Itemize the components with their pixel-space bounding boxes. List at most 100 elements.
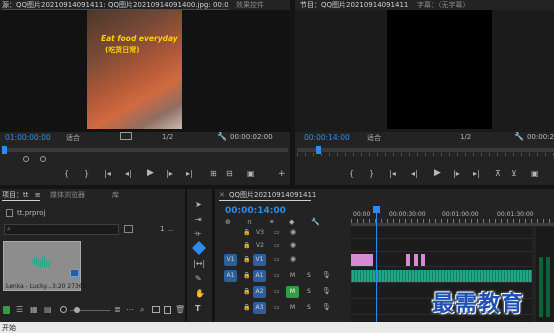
source-timecode[interactable]: 01:00:00:00	[5, 133, 51, 142]
step-back-icon[interactable]: ◂|	[125, 170, 132, 178]
list-view-icon[interactable]: ☰	[16, 305, 23, 314]
program-export-frame-icon[interactable]: ▣	[531, 170, 539, 178]
source-out-handle[interactable]	[40, 156, 46, 162]
project-clip-thumbnail[interactable]: Lenka - Lucky... 3:20 27360	[3, 241, 86, 291]
program-mark-in-icon[interactable]: {	[349, 170, 354, 178]
freeform-view-icon[interactable]: ▤	[44, 305, 52, 314]
program-wrench-icon[interactable]: 🔧	[514, 132, 524, 141]
lift-icon[interactable]: ⊼	[495, 170, 501, 178]
insert-icon[interactable]: ⊞	[210, 170, 217, 178]
start-button[interactable]: 开始	[2, 323, 16, 333]
selection-tool-icon[interactable]: ➤	[195, 201, 202, 209]
track-eye-icon[interactable]: ◉	[290, 255, 296, 263]
mute-button-active[interactable]: M	[286, 286, 299, 298]
program-step-forward-icon[interactable]: |▸	[453, 170, 460, 178]
solo-button[interactable]: S	[307, 288, 311, 295]
zoom-out-icon[interactable]	[60, 306, 67, 313]
program-go-to-out-icon[interactable]: ▸|	[473, 170, 480, 178]
clear-icon[interactable]: 🗑	[175, 305, 185, 314]
linked-selection-icon[interactable]: ⚭	[269, 218, 275, 226]
source-mark-icon[interactable]	[120, 132, 132, 140]
track-label-a1[interactable]: A1	[253, 270, 266, 282]
sort-icon[interactable]: ≣	[114, 305, 121, 314]
solo-button[interactable]: S	[307, 272, 311, 279]
zoom-slider-handle[interactable]	[74, 307, 80, 313]
program-mark-out-icon[interactable]: }	[369, 170, 374, 178]
track-label-a3[interactable]: A3	[253, 302, 266, 314]
track-lock-icon[interactable]: 🔒	[243, 272, 250, 279]
mute-button[interactable]: M	[290, 304, 295, 311]
tab-timeline[interactable]: QQ图片20210914091411	[229, 190, 316, 200]
extract-icon[interactable]: ⊻	[511, 170, 517, 178]
program-resolution-dropdown[interactable]: 1/2	[460, 133, 490, 141]
pen-tool-icon[interactable]: ✎	[195, 275, 202, 283]
step-forward-icon[interactable]: |▸	[166, 170, 173, 178]
ripple-edit-tool-icon[interactable]: ⟛	[194, 230, 201, 238]
program-fit-dropdown[interactable]: 适合	[367, 133, 393, 143]
razor-tool-icon[interactable]	[191, 240, 207, 256]
tab-project[interactable]: 项目：tt ≡	[2, 190, 41, 200]
source-scrub-bar[interactable]	[3, 148, 288, 152]
program-step-back-icon[interactable]: ◂|	[411, 170, 418, 178]
timeline-playhead-line[interactable]	[376, 206, 377, 322]
program-play-icon[interactable]: ▶	[434, 169, 441, 178]
track-label-a2[interactable]: A2	[253, 286, 266, 298]
slip-tool-icon[interactable]: |↔|	[193, 260, 205, 268]
mute-button[interactable]: M	[290, 272, 295, 279]
tab-effect-controls[interactable]: 效果控件	[236, 0, 286, 10]
audio-clip[interactable]	[351, 270, 532, 282]
time-ruler[interactable]: 00:00 00:00:30:00 00:01:00:00 00:01:30:0…	[351, 206, 554, 226]
timeline-timecode[interactable]: 00:00:14:00	[225, 206, 286, 216]
track-lock-icon[interactable]: 🔒	[243, 304, 250, 311]
video-clip[interactable]	[351, 254, 373, 266]
video-clip[interactable]	[406, 254, 410, 266]
snap-icon[interactable]: ∩	[247, 218, 252, 226]
program-scrub-bar[interactable]	[297, 148, 554, 152]
type-tool-icon[interactable]: T	[195, 305, 200, 313]
project-search-input[interactable]: ⌕	[4, 224, 119, 235]
tab-program-monitor[interactable]: 节目：QQ图片20210914091411	[300, 0, 410, 10]
new-item-icon[interactable]	[164, 306, 171, 314]
source-in-handle[interactable]	[23, 156, 29, 162]
source-resolution-dropdown[interactable]: 1/2	[162, 133, 192, 141]
icon-view-icon[interactable]: ▦	[30, 305, 38, 314]
source-patch-v1[interactable]: V1	[224, 254, 237, 266]
source-more-icon[interactable]: +	[278, 170, 286, 179]
voiceover-mic-icon[interactable]: 🎙	[322, 271, 331, 279]
work-area-bar[interactable]	[351, 223, 554, 226]
program-go-to-in-icon[interactable]: |◂	[389, 170, 396, 178]
tab-libraries[interactable]: 库	[112, 190, 119, 200]
track-label-v2[interactable]: V2	[256, 242, 264, 249]
new-bin-footer-icon[interactable]	[152, 306, 160, 313]
source-patch-a1[interactable]: A1	[224, 270, 237, 282]
export-frame-icon[interactable]: ▣	[247, 170, 255, 178]
track-eye-icon[interactable]: ◉	[290, 241, 296, 249]
voiceover-mic-icon[interactable]: 🎙	[322, 303, 331, 311]
track-lock-icon[interactable]: 🔒	[243, 229, 250, 236]
add-marker-icon[interactable]: ◆	[289, 218, 294, 226]
tab-media-browser[interactable]: 媒体浏览器	[50, 190, 85, 200]
new-bin-icon[interactable]	[124, 225, 133, 233]
track-label-v1[interactable]: V1	[253, 254, 266, 266]
track-lock-icon[interactable]: 🔒	[243, 288, 250, 295]
go-to-in-icon[interactable]: |◂	[104, 170, 111, 178]
program-timecode[interactable]: 00:00:14:00	[304, 133, 350, 142]
track-label-v3[interactable]: V3	[256, 229, 264, 236]
track-sync-icon[interactable]: ▭	[274, 256, 280, 263]
tab-timeline-close-icon[interactable]: ✕	[219, 190, 225, 200]
video-clip[interactable]	[414, 254, 418, 266]
automate-icon[interactable]: ⋯	[126, 305, 134, 314]
timeline-playhead-handle[interactable]	[373, 206, 380, 213]
overwrite-icon[interactable]: ⊟	[226, 170, 233, 178]
mark-out-icon[interactable]: }	[84, 170, 89, 178]
source-play-icon[interactable]: ▶	[147, 169, 154, 178]
track-sync-icon[interactable]: ▭	[274, 229, 280, 236]
find-icon[interactable]: ⌕	[140, 305, 144, 315]
track-lock-icon[interactable]: 🔒	[243, 256, 250, 263]
source-playhead[interactable]	[2, 146, 7, 154]
go-to-out-icon[interactable]: ▸|	[186, 170, 193, 178]
track-eye-icon[interactable]: ◉	[290, 228, 296, 236]
tab-captions[interactable]: 字幕：（无字幕）	[417, 0, 497, 10]
source-wrench-icon[interactable]: 🔧	[217, 132, 227, 141]
track-sync-icon[interactable]: ▭	[274, 242, 280, 249]
